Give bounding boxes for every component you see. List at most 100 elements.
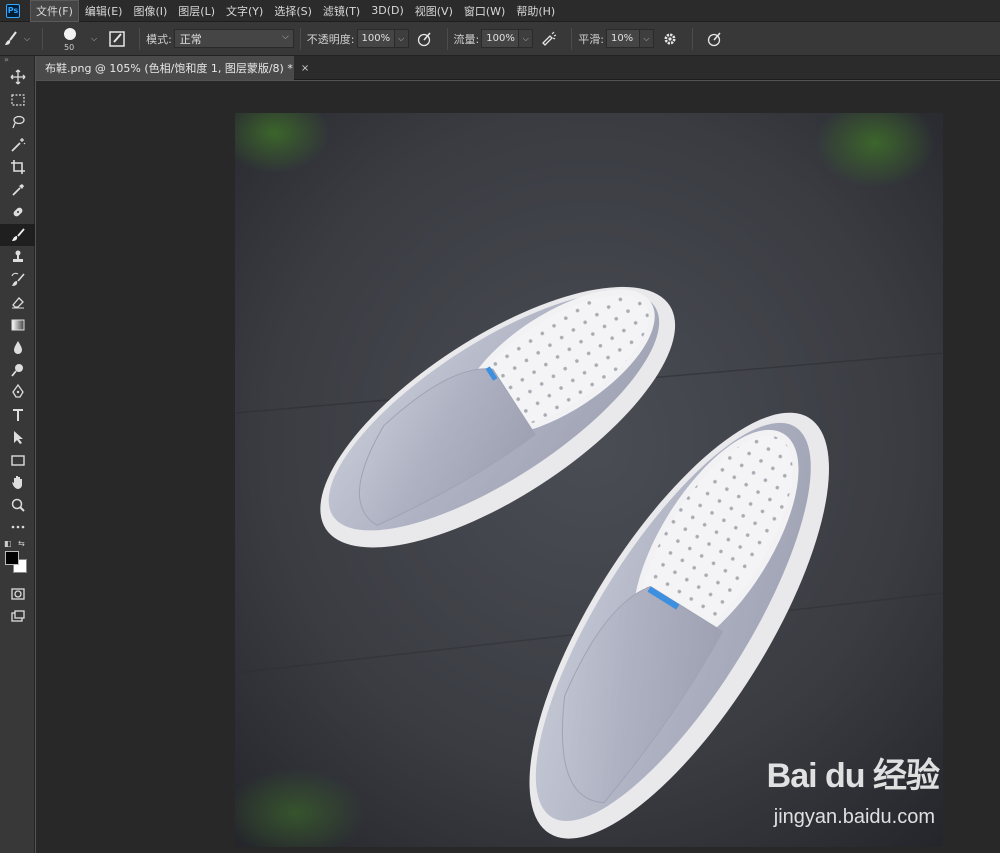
divider (571, 27, 573, 50)
pen-tool[interactable] (0, 381, 35, 404)
chevron-down-icon[interactable]: ⌵ (91, 34, 97, 44)
flow-label: 流量: (453, 32, 480, 46)
divider (446, 27, 448, 50)
brush-preset-picker[interactable]: 50 (59, 24, 87, 54)
divider (299, 27, 301, 50)
smoothing-label: 平滑: (578, 32, 604, 46)
magic-wand-icon (10, 137, 25, 152)
dodge-icon (10, 363, 23, 377)
menu-layer[interactable]: 图层(L) (173, 1, 220, 21)
document-title: 布鞋.png @ 105% (色相/饱和度 1, 图层蒙版/8) * (45, 62, 293, 75)
menu-file[interactable]: 文件(F) (30, 0, 79, 22)
dodge-tool[interactable] (0, 359, 35, 382)
close-icon[interactable]: × (301, 63, 309, 74)
opacity-field[interactable]: 100% (356, 29, 395, 48)
pressure-size-toggle[interactable] (703, 27, 727, 51)
menu-help[interactable]: 帮助(H) (511, 1, 560, 21)
menu-image[interactable]: 图像(I) (128, 1, 172, 21)
pen-pressure-size-icon (707, 31, 721, 46)
opacity-dropdown[interactable]: ⌵ (394, 29, 409, 48)
divider (42, 27, 43, 50)
airbrush-icon (542, 31, 557, 46)
opacity-label: 不透明度: (306, 32, 355, 46)
eyedropper-icon (11, 183, 24, 196)
smoothing-dropdown[interactable]: ⌵ (639, 29, 654, 48)
menu-3d[interactable]: 3D(D) (366, 2, 409, 19)
document-canvas[interactable]: Bai du 经验 jingyan.baidu.com (235, 113, 943, 847)
chevron-down-icon: ⌵ (281, 32, 289, 42)
crop-icon (10, 160, 25, 175)
zoom-icon (11, 498, 25, 512)
smoothing-field[interactable]: 10% (605, 29, 640, 48)
healing-brush-tool[interactable] (0, 201, 35, 224)
history-brush-tool[interactable] (0, 269, 35, 292)
swap-colors-icon[interactable]: ⇆ (18, 539, 25, 548)
quick-mask-button[interactable] (0, 583, 35, 606)
type-icon (12, 408, 23, 421)
path-select-icon (13, 431, 23, 445)
magic-wand-tool[interactable] (0, 134, 35, 157)
brush-icon (11, 228, 25, 241)
eyedropper-tool[interactable] (0, 179, 35, 202)
eraser-tool[interactable] (0, 291, 35, 314)
photoshop-logo: Ps (6, 3, 20, 18)
pen-pressure-icon (417, 31, 431, 46)
flow-field[interactable]: 100% (481, 29, 520, 48)
rectangle-tool[interactable] (0, 449, 35, 472)
more-tools-icon (11, 525, 24, 529)
move-tool[interactable] (0, 66, 35, 89)
menu-select[interactable]: 选择(S) (269, 1, 317, 21)
menu-edit[interactable]: 编辑(E) (80, 1, 128, 21)
brush-tool[interactable] (0, 223, 35, 246)
hand-tool[interactable] (0, 471, 35, 494)
menu-type[interactable]: 文字(Y) (221, 1, 268, 21)
history-brush-icon (10, 272, 25, 286)
document-tab-bar: 布鞋.png @ 105% (色相/饱和度 1, 图层蒙版/8) * × (36, 56, 1000, 80)
airbrush-toggle[interactable] (537, 27, 561, 51)
divider (691, 27, 693, 50)
type-tool[interactable] (0, 404, 35, 427)
color-swatches: ◧ ⇆ (0, 539, 34, 583)
screen-mode-button[interactable] (0, 605, 35, 628)
quick-mask-icon (10, 588, 25, 600)
watermark-url: jingyan.baidu.com (773, 806, 935, 828)
mode-label: 模式: (146, 32, 172, 46)
brush-settings-toggle[interactable] (105, 27, 129, 51)
marquee-icon (10, 94, 25, 106)
blur-tool[interactable] (0, 336, 35, 359)
pen-icon (11, 384, 24, 398)
tool-preset-picker[interactable]: ⌵ (0, 22, 36, 56)
path-selection-tool[interactable] (0, 426, 35, 449)
watermark-logo: Bai du 经验 (766, 757, 940, 795)
foreground-color-swatch[interactable] (5, 550, 19, 565)
crop-tool[interactable] (0, 156, 35, 179)
menu-bar: Ps 文件(F) 编辑(E) 图像(I) 图层(L) 文字(Y) 选择(S) 滤… (0, 0, 1000, 22)
zoom-tool[interactable] (0, 494, 35, 517)
blend-mode-value: 正常 (179, 32, 202, 46)
lasso-tool[interactable] (0, 111, 35, 134)
edit-toolbar-button[interactable] (0, 516, 35, 539)
menu-filter[interactable]: 滤镜(T) (318, 1, 365, 21)
smoothing-options-button[interactable] (658, 27, 682, 51)
marquee-tool[interactable] (0, 89, 35, 112)
pressure-opacity-toggle[interactable] (413, 27, 437, 51)
healing-brush-icon (13, 207, 22, 217)
gradient-icon (11, 319, 24, 331)
blend-mode-select[interactable]: 正常 ⌵ (173, 29, 294, 48)
menu-window[interactable]: 窗口(W) (459, 1, 510, 21)
hand-icon (11, 476, 22, 490)
divider (139, 27, 141, 50)
document-tab[interactable]: 布鞋.png @ 105% (色相/饱和度 1, 图层蒙版/8) * × (36, 56, 309, 80)
default-colors-icon[interactable]: ◧ (4, 539, 12, 548)
screen-mode-icon (10, 610, 25, 622)
panel-collapse-icon[interactable]: » (0, 56, 34, 66)
brush-panel-icon (109, 30, 125, 47)
clone-stamp-tool[interactable] (0, 246, 35, 269)
rectangle-icon (10, 455, 25, 466)
menu-view[interactable]: 视图(V) (410, 1, 458, 21)
move-icon (10, 69, 25, 85)
flow-dropdown[interactable]: ⌵ (519, 29, 534, 48)
brush-icon (4, 30, 17, 45)
gradient-tool[interactable] (0, 314, 35, 337)
lasso-icon (11, 116, 25, 129)
